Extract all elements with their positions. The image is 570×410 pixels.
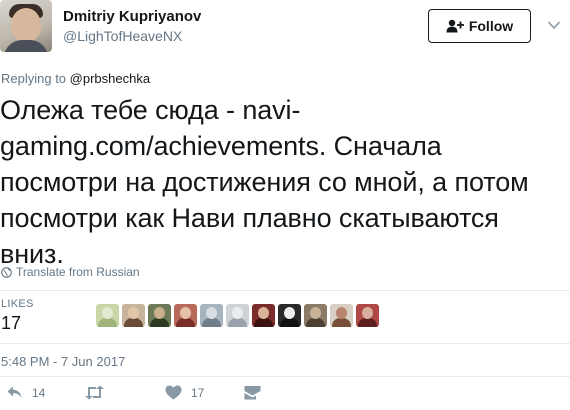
liker-avatar[interactable] [96, 304, 119, 327]
divider [0, 343, 570, 344]
tweet-actions: 14 17 [0, 385, 570, 405]
follow-button-label: Follow [468, 18, 514, 34]
reply-icon [7, 386, 22, 398]
likes-label[interactable]: LIKES [1, 298, 34, 310]
heart-icon [165, 385, 182, 400]
liker-avatar[interactable] [304, 304, 327, 327]
add-user-icon [446, 19, 464, 33]
likes-count[interactable]: 17 [1, 313, 21, 334]
author-handle[interactable]: @LighTofHeaveNX [63, 28, 182, 44]
translate-label: Translate from Russian [16, 265, 140, 279]
timestamp[interactable]: 5:48 PM - 7 Jun 2017 [1, 354, 125, 369]
direct-message-button[interactable] [244, 385, 261, 400]
translate-link[interactable]: Translate from Russian [1, 265, 140, 279]
divider [0, 376, 570, 377]
liker-avatar[interactable] [148, 304, 171, 327]
replying-to: Replying to @prbshechka [1, 71, 150, 86]
reply-count: 14 [32, 385, 46, 400]
likers-list [96, 304, 379, 327]
avatar[interactable] [0, 0, 52, 52]
liker-avatar[interactable] [330, 304, 353, 327]
follow-button[interactable]: Follow [428, 9, 531, 43]
replying-prefix: Replying to [1, 71, 67, 86]
divider [0, 290, 570, 291]
reply-button[interactable]: 14 [6, 385, 45, 400]
author-name[interactable]: Dmitriy Kupriyanov [63, 8, 201, 25]
liker-avatar[interactable] [252, 304, 275, 327]
chevron-down-icon[interactable] [547, 18, 561, 32]
tweet-text: Олежа тебе сюда - navi-gaming.com/achiev… [0, 95, 529, 269]
liker-avatar[interactable] [278, 304, 301, 327]
reply-mention-link[interactable]: @prbshechka [70, 71, 150, 86]
tweet: Dmitriy Kupriyanov @LighTofHeaveNX Follo… [0, 0, 570, 410]
liker-avatar[interactable] [200, 304, 223, 327]
liker-avatar[interactable] [174, 304, 197, 327]
like-button[interactable]: 17 [165, 385, 204, 400]
liker-avatar[interactable] [356, 304, 379, 327]
globe-icon [1, 266, 12, 278]
envelope-icon [244, 386, 261, 400]
liker-avatar[interactable] [122, 304, 145, 327]
liker-avatar[interactable] [226, 304, 249, 327]
retweet-button[interactable] [84, 385, 114, 400]
retweet-icon [85, 385, 104, 400]
like-count: 17 [191, 385, 205, 400]
